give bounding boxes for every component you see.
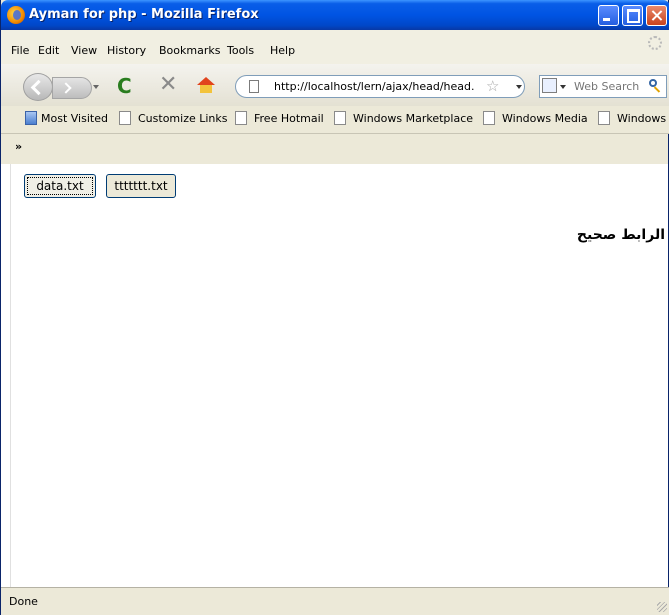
menu-edit[interactable]: Edit xyxy=(38,44,59,57)
home-icon[interactable] xyxy=(197,77,215,93)
bookmark-customize-links[interactable]: Customize Links xyxy=(138,112,228,125)
status-text: Done xyxy=(9,595,38,608)
maximize-button[interactable] xyxy=(622,5,643,26)
status-bar: Done xyxy=(1,587,669,615)
bookmarks-overflow-chevron[interactable]: » xyxy=(15,140,22,153)
menu-history[interactable]: History xyxy=(107,44,146,57)
search-input[interactable] xyxy=(574,78,646,94)
window-title: Ayman for php - Mozilla Firefox xyxy=(29,7,259,22)
address-bar[interactable]: http://localhost/lern/ajax/head/head. ☆ xyxy=(235,75,525,98)
most-visited-icon xyxy=(25,111,37,125)
bookmark-windows-media[interactable]: Windows Media xyxy=(502,112,588,125)
url-dropdown-icon[interactable] xyxy=(516,85,522,89)
sidebar-gutter xyxy=(1,164,11,587)
navigation-toolbar: C ✕ http://localhost/lern/ajax/head/head… xyxy=(1,64,669,106)
url-text[interactable]: http://localhost/lern/ajax/head/head. xyxy=(274,80,475,93)
search-go-icon[interactable] xyxy=(648,78,662,92)
resize-grip-icon[interactable] xyxy=(657,602,667,612)
link-status-message: الرابط صحيح xyxy=(576,227,665,243)
page-icon xyxy=(119,111,131,125)
page-icon xyxy=(598,111,610,125)
menu-bar: File Edit View History Bookmarks Tools H… xyxy=(1,30,669,64)
menu-tools[interactable]: Tools xyxy=(227,44,254,57)
page-icon xyxy=(235,111,247,125)
search-engine-icon[interactable] xyxy=(542,78,557,93)
bookmark-windows[interactable]: Windows xyxy=(617,112,666,125)
page-icon xyxy=(249,80,259,93)
back-button[interactable] xyxy=(23,73,53,101)
title-bar: Ayman for php - Mozilla Firefox xyxy=(1,0,669,30)
page-content: data.txt ttttttt.txt الرابط صحيح xyxy=(11,164,668,587)
loading-throbber-icon xyxy=(648,36,662,50)
firefox-logo-icon xyxy=(7,6,25,24)
data-txt-button[interactable]: data.txt xyxy=(24,174,96,198)
page-icon xyxy=(483,111,495,125)
minimize-button[interactable] xyxy=(598,5,619,26)
menu-file[interactable]: File xyxy=(11,44,29,57)
close-button[interactable] xyxy=(646,5,667,26)
menu-bookmarks[interactable]: Bookmarks xyxy=(159,44,220,57)
reload-icon[interactable]: C xyxy=(117,75,139,97)
bookmark-most-visited[interactable]: Most Visited xyxy=(41,112,108,125)
browser-window: Ayman for php - Mozilla Firefox File Edi… xyxy=(0,0,669,615)
ttttttt-txt-button[interactable]: ttttttt.txt xyxy=(106,174,176,198)
bookmarks-toolbar: Most Visited Customize Links Free Hotmai… xyxy=(1,106,669,134)
page-icon xyxy=(334,111,346,125)
forward-button[interactable] xyxy=(52,77,92,99)
bookmark-free-hotmail[interactable]: Free Hotmail xyxy=(254,112,324,125)
search-engine-dropdown-icon[interactable] xyxy=(560,85,566,89)
stop-icon[interactable]: ✕ xyxy=(159,74,181,96)
menu-view[interactable]: View xyxy=(71,44,97,57)
menu-help[interactable]: Help xyxy=(270,44,295,57)
history-dropdown-icon[interactable] xyxy=(93,85,99,89)
search-box[interactable] xyxy=(539,75,667,98)
bookmark-star-icon[interactable]: ☆ xyxy=(486,77,499,95)
bookmark-windows-marketplace[interactable]: Windows Marketplace xyxy=(353,112,473,125)
